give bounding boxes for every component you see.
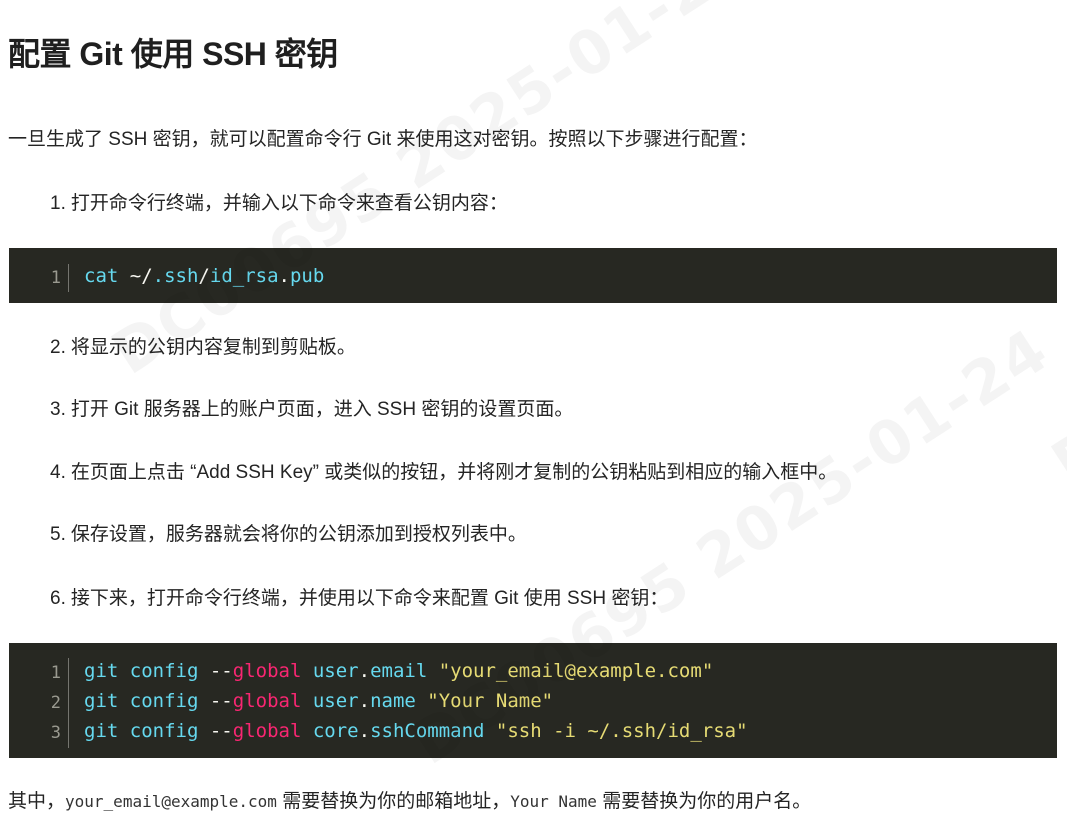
code-token: git	[84, 690, 119, 712]
code-line: 2 git config --global user.name "Your Nam…	[9, 686, 1057, 716]
list-item: 3. 打开 Git 服务器上的账户页面，进入 SSH 密钥的设置页面。	[50, 398, 573, 422]
code-text: git config --global user.name "Your Name…	[84, 686, 553, 716]
list-number: 3.	[50, 399, 66, 420]
code-token: .	[358, 720, 371, 742]
code-token: --	[198, 720, 233, 742]
outro-text: 需要替换为你的邮箱地址，	[276, 791, 511, 812]
code-token: user	[312, 690, 359, 712]
outro-paragraph: 其中，your_email@example.com 需要替换为你的邮箱地址，Yo…	[8, 790, 811, 814]
code-token: user	[312, 660, 359, 682]
code-token: sshCommand	[370, 720, 485, 742]
list-item-text: 打开命令行终端，并输入以下命令来查看公钥内容：	[70, 193, 508, 214]
list-item-text: 将显示的公钥内容复制到剪贴板。	[70, 337, 356, 358]
code-token: name	[370, 690, 416, 712]
code-token: "your_email@example.com"	[438, 660, 714, 682]
code-token: global	[232, 690, 302, 712]
list-number: 6.	[50, 588, 66, 609]
list-item: 6. 接下来，打开命令行终端，并使用以下命令来配置 Git 使用 SSH 密钥：	[50, 587, 668, 611]
code-token: global	[232, 720, 302, 742]
code-token: .	[278, 265, 290, 287]
code-text: git config --global user.email "your_ema…	[84, 656, 713, 686]
code-token: --	[198, 660, 233, 682]
code-block[interactable]: 1 cat ~/.ssh/id_rsa.pub	[9, 248, 1057, 303]
code-token: "ssh -i ~/.ssh/id_rsa"	[495, 720, 748, 742]
code-token: git	[84, 720, 119, 742]
page-title: 配置 Git 使用 SSH 密钥	[8, 36, 338, 72]
code-token: config	[129, 690, 199, 712]
list-item: 1. 打开命令行终端，并输入以下命令来查看公钥内容：	[50, 192, 508, 216]
intro-paragraph: 一旦生成了 SSH 密钥，就可以配置命令行 Git 来使用这对密钥。按照以下步骤…	[8, 129, 758, 150]
code-token: .ssh	[152, 265, 199, 287]
code-token: cat	[84, 265, 119, 287]
list-item-text: 保存设置，服务器就会将你的公钥添加到授权列表中。	[70, 524, 527, 545]
list-item: 5. 保存设置，服务器就会将你的公钥添加到授权列表中。	[50, 523, 527, 547]
code-token: config	[129, 720, 199, 742]
code-line: 3 git config --global core.sshCommand "ss…	[9, 716, 1057, 746]
list-number: 4.	[50, 462, 66, 483]
code-block[interactable]: 1 git config --global user.email "your_em…	[9, 643, 1057, 758]
list-item-text: 打开 Git 服务器上的账户页面，进入 SSH 密钥的设置页面。	[70, 399, 574, 420]
list-item-text: 接下来，打开命令行终端，并使用以下命令来配置 Git 使用 SSH 密钥：	[70, 588, 669, 609]
outro-text: 需要替换为你的用户名。	[596, 791, 812, 812]
code-token: /	[198, 265, 210, 287]
inline-code: your_email@example.com	[65, 792, 277, 811]
list-item: 4. 在页面上点击 “Add SSH Key” 或类似的按钮，并将刚才复制的公钥粘…	[50, 461, 837, 485]
list-item: 2. 将显示的公钥内容复制到剪贴板。	[50, 336, 356, 360]
list-number: 5.	[50, 524, 66, 545]
code-token: email	[370, 660, 428, 682]
code-line: 1 git config --global user.email "your_em…	[9, 656, 1057, 686]
code-token: config	[129, 660, 199, 682]
code-token: .	[358, 690, 371, 712]
inline-code: Your Name	[510, 792, 597, 811]
code-line: 1 cat ~/.ssh/id_rsa.pub	[9, 261, 1057, 291]
list-number: 1.	[50, 193, 66, 214]
code-token: git	[84, 660, 119, 682]
line-number: 1	[50, 663, 61, 683]
code-token: pub	[289, 265, 325, 287]
code-token: ~/	[118, 265, 153, 287]
line-number: 1	[50, 268, 61, 288]
list-number: 2.	[50, 337, 66, 358]
code-text: cat ~/.ssh/id_rsa.pub	[84, 261, 324, 291]
code-token: "Your Name"	[427, 690, 554, 712]
list-item-text: 在页面上点击 “Add SSH Key” 或类似的按钮，并将刚才复制的公钥粘贴到…	[70, 462, 838, 483]
code-token: id_rsa	[209, 265, 279, 287]
outro-text: 其中，	[8, 791, 66, 812]
code-token: .	[358, 660, 371, 682]
code-token: global	[232, 660, 302, 682]
code-token: core	[312, 720, 359, 742]
line-number: 3	[50, 723, 61, 743]
line-number: 2	[50, 693, 61, 713]
code-text: git config --global core.sshCommand "ssh…	[84, 716, 748, 746]
code-token: --	[198, 690, 233, 712]
